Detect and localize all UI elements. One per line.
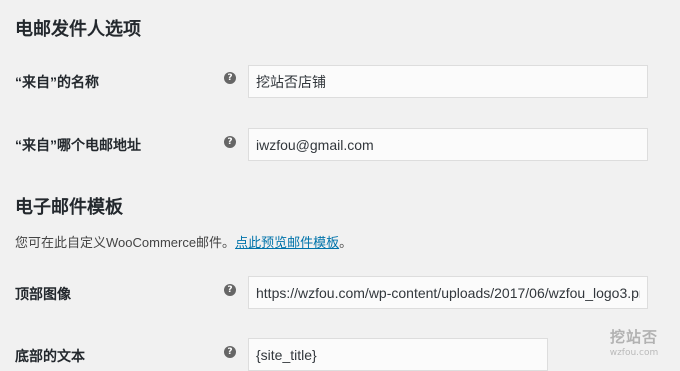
help-icon[interactable]: ? — [224, 284, 236, 296]
template-description-text: 您可在此自定义WooCommerce邮件。 — [15, 235, 236, 250]
watermark-url-text: wzfou.com — [609, 348, 659, 358]
watermark-logo-text: 挖站否 — [609, 328, 658, 346]
from-name-label: “来自”的名称 — [15, 74, 99, 90]
help-icon[interactable]: ? — [224, 346, 236, 358]
preview-template-link[interactable]: 点此预览邮件模板 — [235, 235, 339, 250]
from-email-label: “来自”哪个电邮地址 — [15, 137, 141, 153]
help-icon[interactable]: ? — [224, 72, 236, 84]
footer-text-input[interactable] — [248, 338, 548, 371]
template-description-suffix: 。 — [339, 235, 353, 250]
site-watermark: 挖站否 wzfou.com — [596, 326, 672, 358]
help-icon[interactable]: ? — [224, 136, 236, 148]
footer-text-label: 底部的文本 — [15, 348, 85, 364]
template-description: 您可在此自定义WooCommerce邮件。点此预览邮件模板。 — [15, 232, 352, 251]
from-name-input[interactable] — [248, 65, 648, 98]
email-sender-options-heading: 电邮发件人选项 — [15, 19, 141, 39]
header-image-label: 顶部图像 — [15, 286, 71, 302]
email-template-heading: 电子邮件模板 — [15, 197, 123, 217]
header-image-input[interactable] — [248, 276, 648, 309]
from-email-input[interactable] — [248, 128, 648, 161]
